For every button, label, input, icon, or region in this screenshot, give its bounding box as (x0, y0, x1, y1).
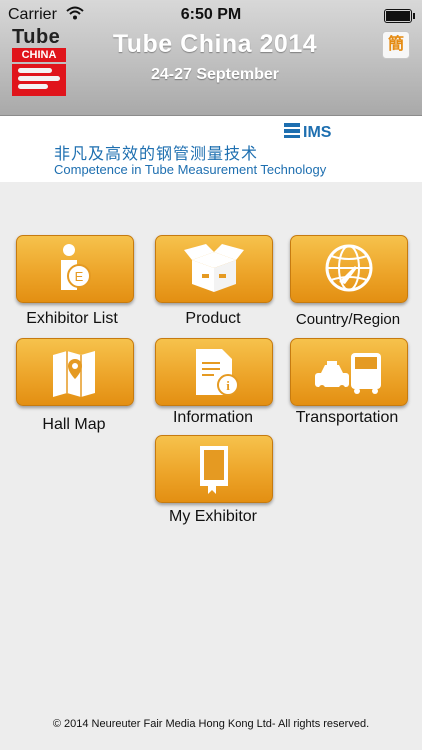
svg-text:i: i (226, 378, 230, 393)
status-bar: Carrier 6:50 PM (0, 0, 422, 28)
banner-english-text: Competence in Tube Measurement Technolog… (54, 162, 327, 177)
hall-map-label: Hall Map (42, 416, 106, 433)
information-label: Information (172, 409, 254, 426)
ims-logo-icon: IMS (284, 123, 332, 139)
document-info-icon: i (196, 349, 239, 396)
product-label: Product (185, 310, 241, 327)
hall-map-button[interactable] (16, 338, 134, 406)
country-region-button[interactable] (290, 235, 408, 303)
product-box-icon (184, 244, 244, 292)
transportation-label: Transportation (295, 409, 399, 426)
map-pin-icon (53, 351, 95, 397)
page-title: Tube China 2014 (112, 30, 318, 58)
my-exhibitor-label: My Exhibitor (168, 508, 258, 525)
transportation-button[interactable] (290, 338, 408, 406)
globe-plane-icon (325, 244, 373, 292)
language-toggle-button[interactable]: 簡 (382, 31, 410, 59)
ims-logo-text: IMS (303, 124, 332, 139)
exhibitor-list-button[interactable]: E (16, 235, 134, 303)
exhibitor-person-icon: E (61, 244, 91, 290)
logo-word: Tube (12, 26, 61, 48)
logo-china: CHINA (12, 48, 66, 62)
product-button[interactable] (155, 235, 273, 303)
event-dates: 24-27 September (150, 66, 280, 83)
taxi-bus-icon (315, 353, 381, 394)
exhibitor-list-label: Exhibitor List (26, 310, 118, 327)
bookmark-book-icon (200, 446, 228, 494)
svg-text:E: E (75, 269, 84, 284)
tube-china-logo: Tube CHINA (12, 26, 70, 100)
sponsor-banner[interactable]: 非凡及高效的钢管测量技术 Competence in Tube Measurem… (0, 116, 422, 182)
banner-chinese-text: 非凡及高效的钢管测量技术 (54, 146, 259, 163)
information-button[interactable]: i (155, 338, 273, 406)
copyright-footer: © 2014 Neureuter Fair Media Hong Kong Lt… (52, 718, 370, 730)
clock: 6:50 PM (180, 6, 242, 23)
my-exhibitor-button[interactable] (155, 435, 273, 503)
country-region-label: Country/Region (295, 311, 401, 328)
logo-tubes-graphic (12, 64, 66, 96)
battery-icon (384, 9, 415, 23)
